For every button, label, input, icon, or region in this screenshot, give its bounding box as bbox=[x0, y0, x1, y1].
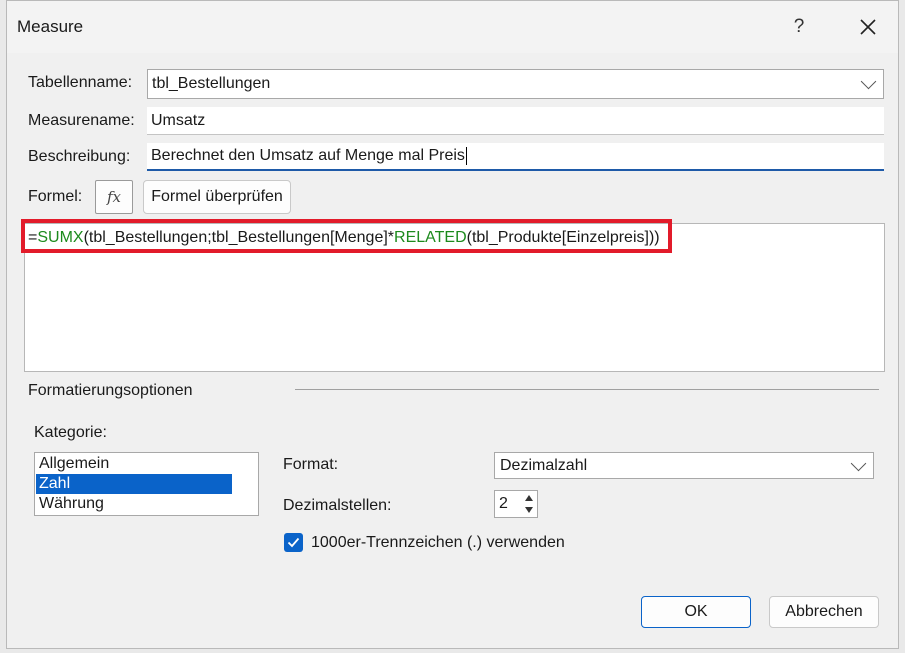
category-listbox[interactable]: Allgemein Zahl Währung bbox=[34, 452, 259, 516]
description-input[interactable]: Berechnet den Umsatz auf Menge mal Preis bbox=[147, 143, 884, 171]
measure-name-input[interactable]: Umsatz bbox=[147, 107, 884, 135]
category-item-waehrung[interactable]: Währung bbox=[36, 494, 232, 514]
table-name-value: tbl_Bestellungen bbox=[152, 75, 271, 92]
group-divider bbox=[295, 389, 879, 390]
description-value: Berechnet den Umsatz auf Menge mal Preis bbox=[151, 147, 465, 164]
check-formula-button[interactable]: Formel überprüfen bbox=[143, 180, 291, 214]
spin-down-button[interactable] bbox=[522, 504, 536, 516]
ok-button[interactable]: OK bbox=[641, 596, 751, 628]
category-item-allgemein[interactable]: Allgemein bbox=[36, 454, 232, 474]
measure-dialog: Measure ? Tabellenname: tbl_Bestellungen… bbox=[6, 0, 899, 649]
text-cursor bbox=[465, 147, 467, 165]
help-button[interactable]: ? bbox=[777, 9, 821, 45]
cancel-button[interactable]: Abbrechen bbox=[769, 596, 879, 628]
table-name-combo[interactable]: tbl_Bestellungen bbox=[147, 69, 884, 99]
measure-name-label: Measurename: bbox=[28, 112, 135, 129]
description-label: Beschreibung: bbox=[28, 148, 131, 165]
dialog-title: Measure bbox=[17, 17, 84, 36]
thousands-separator-checkbox[interactable] bbox=[284, 533, 303, 552]
category-item-zahl[interactable]: Zahl bbox=[36, 474, 232, 494]
chevron-down-icon bbox=[860, 73, 877, 90]
triangle-up-icon bbox=[525, 495, 533, 501]
decimals-value: 2 bbox=[499, 495, 508, 512]
format-value: Dezimalzahl bbox=[500, 456, 588, 474]
format-label: Format: bbox=[283, 456, 339, 473]
chevron-down-icon bbox=[850, 455, 867, 472]
checkmark-icon bbox=[287, 537, 300, 548]
table-name-label: Tabellenname: bbox=[28, 74, 133, 91]
format-combo[interactable]: Dezimalzahl bbox=[494, 452, 874, 479]
fx-icon: fx bbox=[106, 188, 121, 206]
close-icon bbox=[860, 19, 876, 35]
thousands-separator-label: 1000er-Trennzeichen (.) verwenden bbox=[311, 534, 565, 551]
listbox-scrollbar[interactable] bbox=[232, 453, 258, 515]
close-button[interactable] bbox=[843, 9, 893, 45]
formatting-group-label: Formatierungsoptionen bbox=[28, 382, 193, 399]
formula-label: Formel: bbox=[28, 188, 83, 205]
title-bar: Measure ? bbox=[7, 1, 898, 53]
category-label: Kategorie: bbox=[34, 424, 107, 441]
decimals-label: Dezimalstellen: bbox=[283, 497, 392, 514]
triangle-down-icon bbox=[525, 507, 533, 513]
formula-highlight-box bbox=[21, 219, 672, 253]
decimals-spinner[interactable]: 2 bbox=[494, 490, 538, 518]
insert-function-button[interactable]: fx bbox=[95, 180, 133, 214]
spin-up-button[interactable] bbox=[522, 492, 536, 504]
